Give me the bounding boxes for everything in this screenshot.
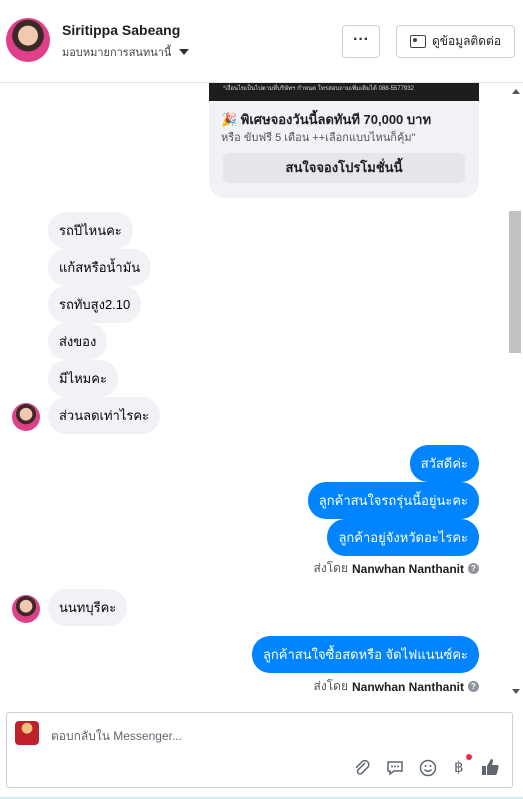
- thumbs-up-icon[interactable]: [481, 757, 501, 782]
- message-bubble-incoming: นนทบุรีคะ: [48, 589, 128, 626]
- scroll-thumb[interactable]: [509, 211, 521, 353]
- sent-by-label: ส่งโดย Nanwhan Nanthanit ?: [314, 559, 479, 578]
- conversation-header: Siritippa Sabeang มอบหมายการสนทนานี้ ···…: [0, 0, 523, 83]
- promo-image-text: *เงื่อนไขเป็นไปตามที่บริษัทฯ กำหนด โทรสอ…: [223, 86, 414, 92]
- promo-description: หรือ ขับฟรี 5 เดือน ++เลือกแบบไหนก็คุ้ม": [221, 132, 416, 144]
- paperclip-icon[interactable]: [353, 759, 371, 782]
- reply-input[interactable]: ตอบกลับใน Messenger...: [51, 727, 182, 746]
- chat-scrollbar[interactable]: [508, 83, 522, 700]
- sent-by-label: ส่งโดย Nanwhan Nanthanit ?: [314, 677, 479, 696]
- scroll-down-icon[interactable]: [512, 689, 520, 694]
- view-contact-label: ดูข้อมูลติดต่อ: [431, 34, 502, 48]
- sender-avatar[interactable]: [12, 595, 40, 623]
- avatar[interactable]: [6, 18, 50, 62]
- message-bubble-incoming: รถทับสูง2.10: [48, 286, 142, 323]
- more-options-button[interactable]: ···: [342, 25, 380, 58]
- message-thread: *เงื่อนไขเป็นไปตามที่บริษัทฯ กำหนด โทรสอ…: [0, 83, 523, 700]
- sender-name: Nanwhan Nanthanit: [351, 561, 464, 576]
- message-bubble-incoming: รถปีไหนคะ: [48, 212, 133, 249]
- message-bubble-outgoing: ลูกค้าสนใจซื้อสดหรือ จัดไฟแนนซ์คะ: [251, 636, 479, 673]
- help-icon[interactable]: ?: [468, 563, 479, 574]
- emoji-icon[interactable]: [419, 759, 437, 782]
- assign-label: มอบหมายการสนทนานี้: [62, 47, 172, 59]
- sent-by-prefix: ส่งโดย: [313, 679, 348, 693]
- sender-name: Nanwhan Nanthanit: [351, 679, 464, 694]
- sent-by-prefix: ส่งโดย: [313, 561, 348, 575]
- message-bubble-incoming: ส่งของ: [48, 323, 108, 360]
- chat-bubble-icon[interactable]: [386, 759, 404, 782]
- page-avatar: [15, 721, 39, 745]
- notification-dot: [466, 754, 472, 760]
- promo-reserve-button[interactable]: สนใจจองโปรโมชั่นนี้: [223, 153, 465, 183]
- message-bubble-incoming: แก้สหรือน้ำมัน: [48, 249, 152, 286]
- message-bubble-incoming: มีไหมคะ: [48, 360, 118, 397]
- contact-card-icon: [409, 35, 426, 48]
- scroll-up-icon[interactable]: [512, 89, 520, 94]
- promo-image[interactable]: *เงื่อนไขเป็นไปตามที่บริษัทฯ กำหนด โทรสอ…: [209, 83, 479, 101]
- baht-icon[interactable]: ฿: [454, 758, 464, 776]
- message-composer: ตอบกลับใน Messenger... ฿: [6, 712, 513, 788]
- view-contact-button[interactable]: ดูข้อมูลติดต่อ: [396, 25, 515, 58]
- promo-title: 🎉 พิเศษจองวันนี้ลดทันที 70,000 บาท: [221, 112, 432, 127]
- contact-name[interactable]: Siritippa Sabeang: [62, 22, 180, 38]
- sender-avatar[interactable]: [12, 403, 40, 431]
- caret-down-icon: [179, 49, 190, 55]
- message-bubble-outgoing: ลูกค้าอยู่จังหวัดอะไรคะ: [327, 519, 479, 556]
- promo-card: *เงื่อนไขเป็นไปตามที่บริษัทฯ กำหนด โทรสอ…: [209, 83, 479, 198]
- help-icon[interactable]: ?: [468, 681, 479, 692]
- message-bubble-incoming: ส่วนลดเท่าไรคะ: [48, 397, 161, 434]
- assign-conversation-dropdown[interactable]: มอบหมายการสนทนานี้: [62, 43, 190, 61]
- message-bubble-outgoing: สวัสดีค่ะ: [409, 445, 479, 482]
- message-bubble-outgoing: ลูกค้าสนใจรถรุ่นนี้อยู่นะคะ: [307, 482, 479, 519]
